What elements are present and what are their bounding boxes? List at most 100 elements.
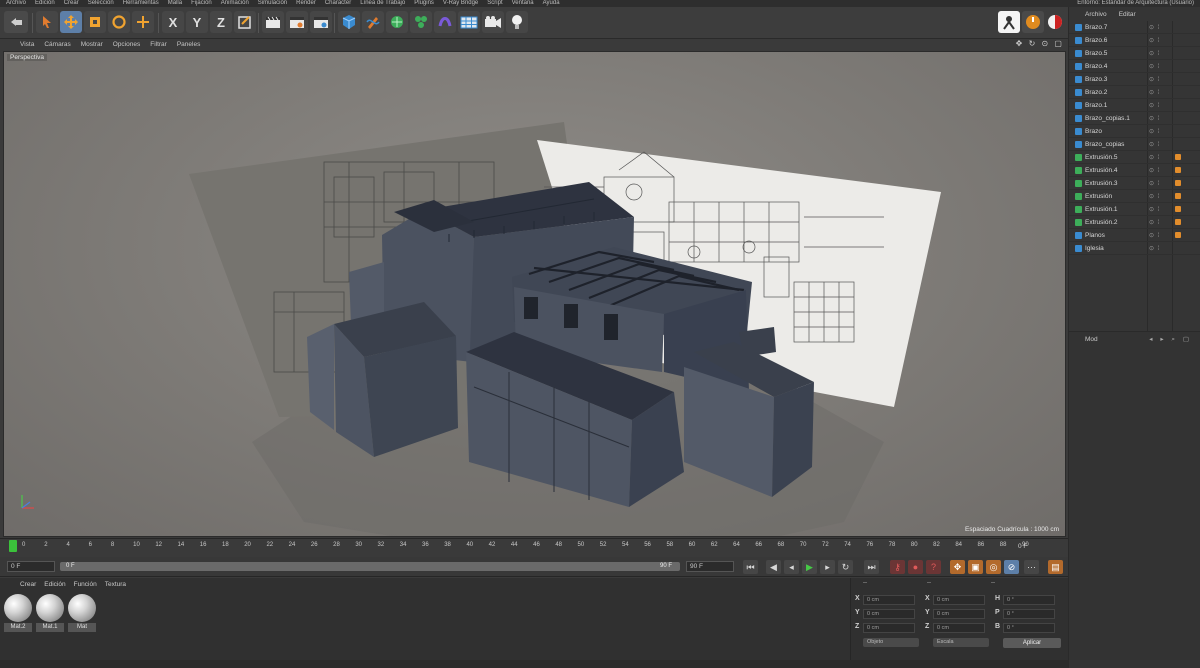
visibility-toggle-icon[interactable]: ⊙ ⁞: [1149, 167, 1160, 174]
material-preview-mat1[interactable]: [36, 594, 64, 622]
menu-herramientas[interactable]: Herramientas: [123, 0, 159, 7]
key-position-button[interactable]: ✥: [950, 560, 965, 574]
visibility-toggle-icon[interactable]: ⊙ ⁞: [1149, 89, 1160, 96]
material-preview-mat2[interactable]: [4, 594, 32, 622]
layout-button-a[interactable]: [998, 11, 1020, 33]
visibility-toggle-icon[interactable]: ⊙ ⁞: [1149, 245, 1160, 252]
object-row[interactable]: Brazo_copias.1 ⊙ ⁞: [1069, 112, 1200, 125]
visibility-toggle-icon[interactable]: ⊙ ⁞: [1149, 232, 1160, 239]
visibility-toggle-icon[interactable]: ⊙ ⁞: [1149, 50, 1160, 57]
material-menu-funcion[interactable]: Función: [74, 581, 97, 588]
viewport-menu-paneles[interactable]: Paneles: [177, 41, 201, 48]
viewport-menu-filtrar[interactable]: Filtrar: [150, 41, 167, 48]
deformer-button[interactable]: [434, 11, 456, 33]
attribute-nav-icons[interactable]: ◂ ▸ ⌕ ▢: [1149, 335, 1192, 344]
play-button[interactable]: ▶: [802, 560, 817, 574]
object-row[interactable]: Brazo.5 ⊙ ⁞: [1069, 47, 1200, 60]
rotate-tool-button[interactable]: [108, 11, 130, 33]
menu-vray-bridge[interactable]: V-Ray Bridge: [443, 0, 478, 7]
visibility-toggle-icon[interactable]: ⊙ ⁞: [1149, 219, 1160, 226]
object-row[interactable]: Brazo.7 ⊙ ⁞: [1069, 21, 1200, 34]
coord-field-sy[interactable]: 0 cm: [933, 609, 985, 619]
size-mode-select[interactable]: Escala: [933, 638, 989, 647]
layout-button-c[interactable]: [1044, 11, 1066, 33]
attribute-tab-mode[interactable]: Mod: [1085, 336, 1098, 343]
material-tag-icon[interactable]: [1175, 180, 1181, 186]
subdivision-surface-button[interactable]: [386, 11, 408, 33]
visibility-toggle-icon[interactable]: ⊙ ⁞: [1149, 63, 1160, 70]
object-menu-editar[interactable]: Editar: [1119, 11, 1136, 18]
scale-tool-button[interactable]: [84, 11, 106, 33]
render-view-button[interactable]: [262, 11, 284, 33]
go-to-start-button[interactable]: ⏮: [743, 560, 758, 574]
keyframe-selection-button[interactable]: ?: [926, 560, 941, 574]
object-row[interactable]: Brazo.2 ⊙ ⁞: [1069, 86, 1200, 99]
loop-button[interactable]: ↻: [838, 560, 853, 574]
visibility-toggle-icon[interactable]: ⊙ ⁞: [1149, 76, 1160, 83]
object-row[interactable]: Iglesia ⊙ ⁞: [1069, 242, 1200, 255]
object-row[interactable]: Extrusión.3 ⊙ ⁞: [1069, 177, 1200, 190]
array-button[interactable]: [410, 11, 432, 33]
material-menu-edicion[interactable]: Edición: [44, 581, 65, 588]
coord-field-h[interactable]: 0 °: [1003, 595, 1055, 605]
select-tool-button[interactable]: [36, 11, 58, 33]
menu-linea-de-trabajo[interactable]: Línea de Trabajo: [360, 0, 405, 7]
object-row[interactable]: Brazo.6 ⊙ ⁞: [1069, 34, 1200, 47]
object-menu-archivo[interactable]: Archivo: [1085, 11, 1107, 18]
visibility-toggle-icon[interactable]: ⊙ ⁞: [1149, 206, 1160, 213]
object-row[interactable]: Extrusión.2 ⊙ ⁞: [1069, 216, 1200, 229]
visibility-toggle-icon[interactable]: ⊙ ⁞: [1149, 24, 1160, 31]
visibility-toggle-icon[interactable]: ⊙ ⁞: [1149, 193, 1160, 200]
x-axis-lock-button[interactable]: X: [162, 11, 184, 33]
y-axis-lock-button[interactable]: Y: [186, 11, 208, 33]
key-parameter-button[interactable]: ⊘: [1004, 560, 1019, 574]
coord-field-sz[interactable]: 0 cm: [933, 623, 985, 633]
visibility-toggle-icon[interactable]: ⊙ ⁞: [1149, 180, 1160, 187]
visibility-toggle-icon[interactable]: ⊙ ⁞: [1149, 115, 1160, 122]
object-row[interactable]: Extrusión ⊙ ⁞: [1069, 190, 1200, 203]
menu-render[interactable]: Render: [296, 0, 316, 7]
material-preview-mat[interactable]: [68, 594, 96, 622]
object-row[interactable]: Brazo.4 ⊙ ⁞: [1069, 60, 1200, 73]
menu-character[interactable]: Character: [325, 0, 351, 7]
material-menu-textura[interactable]: Textura: [105, 581, 126, 588]
light-button[interactable]: [506, 11, 528, 33]
menu-fijacion[interactable]: Fijación: [191, 0, 212, 7]
z-axis-lock-button[interactable]: Z: [210, 11, 232, 33]
visibility-toggle-icon[interactable]: ⊙ ⁞: [1149, 154, 1160, 161]
menu-ayuda[interactable]: Ayuda: [543, 0, 560, 7]
object-row[interactable]: Extrusión.1 ⊙ ⁞: [1069, 203, 1200, 216]
material-tag-icon[interactable]: [1175, 154, 1181, 160]
key-pla-button[interactable]: ⋯: [1024, 560, 1039, 574]
menu-ventana[interactable]: Ventana: [512, 0, 534, 7]
object-row[interactable]: Brazo_copias ⊙ ⁞: [1069, 138, 1200, 151]
key-scale-button[interactable]: ▣: [968, 560, 983, 574]
menu-plugins[interactable]: Plugins: [414, 0, 434, 7]
material-tag-icon[interactable]: [1175, 193, 1181, 199]
coordinate-system-button[interactable]: [234, 11, 256, 33]
visibility-toggle-icon[interactable]: ⊙ ⁞: [1149, 141, 1160, 148]
apply-button[interactable]: Aplicar: [1003, 638, 1061, 648]
end-frame-field[interactable]: 90 F: [686, 561, 734, 572]
viewport-nav-icons[interactable]: ✥ ↻ ⊙ ▢: [1016, 39, 1064, 48]
timeline[interactable]: 0 2 4 6 8 10 12 14 16 18 20 22 24 26 28 30 32 34 36 38 40 42 4…: [0, 538, 1068, 556]
previous-key-button[interactable]: ◀: [766, 560, 781, 574]
menu-script[interactable]: Script: [487, 0, 502, 7]
material-tag-icon[interactable]: [1175, 232, 1181, 238]
coordinate-mode-select[interactable]: Objeto: [863, 638, 919, 647]
undo-button[interactable]: [4, 11, 28, 33]
object-row[interactable]: Brazo.3 ⊙ ⁞: [1069, 73, 1200, 86]
key-rotation-button[interactable]: ◎: [986, 560, 1001, 574]
material-tag-icon[interactable]: [1175, 219, 1181, 225]
viewport-menu-vista[interactable]: Vista: [20, 41, 34, 48]
coord-field-p[interactable]: 0 °: [1003, 609, 1055, 619]
visibility-toggle-icon[interactable]: ⊙ ⁞: [1149, 37, 1160, 44]
viewport-menu-camaras[interactable]: Cámaras: [44, 41, 70, 48]
menu-edicion[interactable]: Edición: [35, 0, 55, 7]
menu-animacion[interactable]: Animación: [221, 0, 249, 7]
menu-malla[interactable]: Malla: [168, 0, 182, 7]
menu-crear[interactable]: Crear: [64, 0, 79, 7]
visibility-toggle-icon[interactable]: ⊙ ⁞: [1149, 128, 1160, 135]
autokey-button[interactable]: ●: [908, 560, 923, 574]
material-tag-icon[interactable]: [1175, 206, 1181, 212]
